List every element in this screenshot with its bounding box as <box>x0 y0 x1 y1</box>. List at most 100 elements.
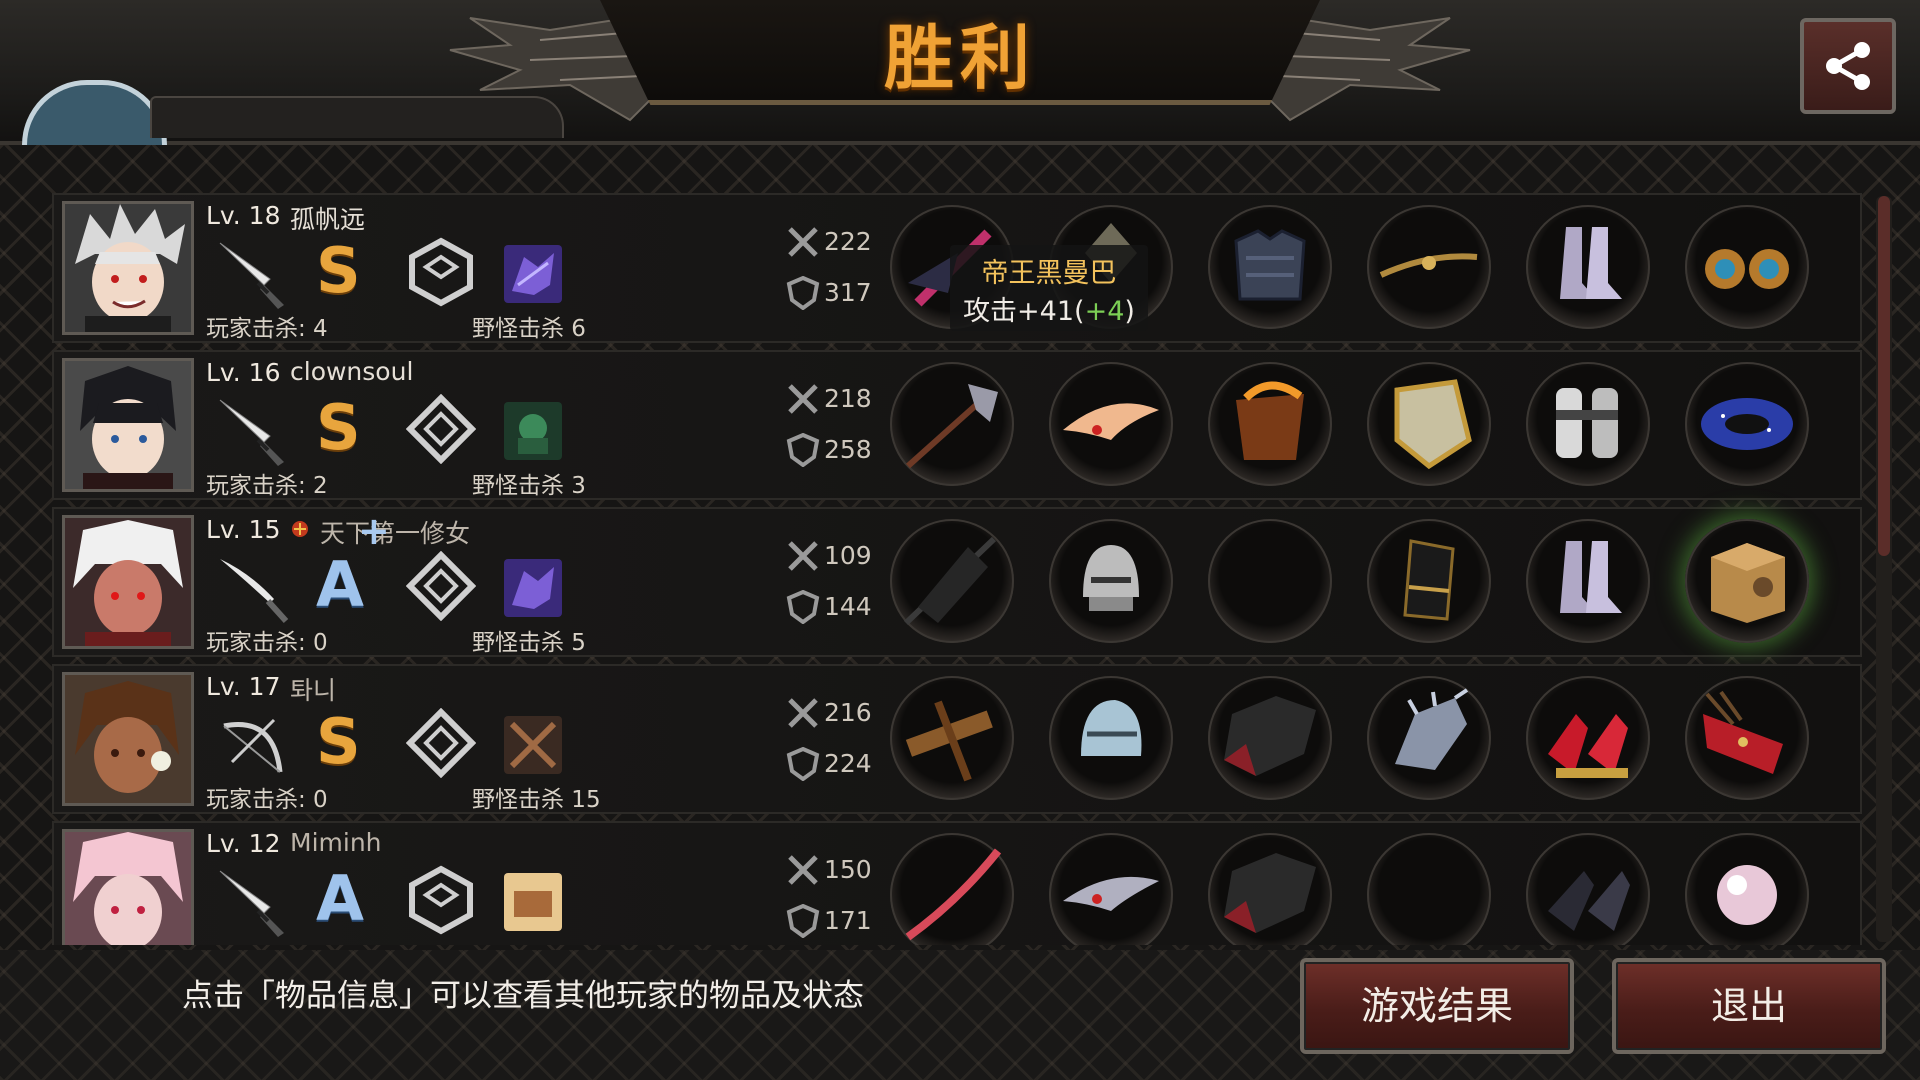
monster-pet-icon <box>504 559 562 617</box>
equip-slot-accessory[interactable] <box>1685 676 1809 800</box>
equip-slot-boots[interactable] <box>1526 362 1650 486</box>
crossed-swords-icon <box>788 855 818 885</box>
crossed-swords-icon <box>788 698 818 728</box>
equip-slot-body[interactable] <box>1208 833 1332 945</box>
player-portrait[interactable] <box>62 672 194 806</box>
shield-icon <box>786 747 820 781</box>
equip-slot-accessory[interactable] <box>1685 205 1809 329</box>
tooltip-stat-close: ) <box>1124 296 1135 327</box>
player-row[interactable]: Lv. 17 톼니 S 玩家击杀: 0 野怪击杀 15 216 224 <box>52 664 1862 814</box>
monster-pet-icon <box>504 245 562 303</box>
crossed-swords-icon <box>788 227 818 257</box>
equip-slot-accessory[interactable] <box>1685 833 1809 945</box>
monster-kills: 野怪击杀 5 <box>472 630 586 656</box>
share-icon <box>1826 42 1870 90</box>
bow-icon <box>223 718 283 773</box>
player-level: Lv. 18 <box>206 201 281 230</box>
shield-icon <box>786 904 820 938</box>
game-result-button[interactable]: 游戏结果 <box>1300 958 1574 1054</box>
dagger-icon <box>219 242 284 309</box>
blade-icon <box>220 559 289 624</box>
player-level: Lv. 16 <box>206 358 281 387</box>
crossed-swords-icon <box>788 541 818 571</box>
monster-pet-icon <box>504 716 562 774</box>
rank-grade: S <box>316 391 361 464</box>
exit-button[interactable]: 退出 <box>1612 958 1886 1054</box>
equip-slot-body[interactable] <box>1208 205 1332 329</box>
equip-slot-belt[interactable] <box>1367 205 1491 329</box>
tooltip-bonus: +4 <box>1084 296 1125 327</box>
defense-value: 144 <box>824 592 872 621</box>
class-emblem-icon <box>406 394 476 464</box>
equip-slot-head[interactable] <box>1049 676 1173 800</box>
defense-value: 171 <box>824 906 872 935</box>
equip-slot-accessory[interactable] <box>1685 362 1809 486</box>
equip-slot-weapon[interactable] <box>890 676 1014 800</box>
monster-kills: 野怪击杀 6 <box>472 316 586 342</box>
equip-slot-belt[interactable] <box>1367 519 1491 643</box>
attack-value: 222 <box>824 227 872 256</box>
equip-slot-body[interactable] <box>1208 362 1332 486</box>
equip-slot-body-empty[interactable] <box>1208 519 1332 643</box>
player-portrait[interactable] <box>62 829 194 945</box>
class-emblem-icon <box>409 865 473 935</box>
item-tooltip: 帝王黑曼巴 攻击+41(+4) <box>950 245 1148 331</box>
attack-value: 216 <box>824 698 872 727</box>
tooltip-item-name: 帝王黑曼巴 <box>981 258 1117 289</box>
equip-slot-boots[interactable] <box>1526 519 1650 643</box>
hint-text: 点击「物品信息」可以查看其他玩家的物品及状态 <box>182 978 864 1014</box>
monster-kills: 野怪击杀 3 <box>472 473 586 499</box>
player-portrait[interactable] <box>62 201 194 335</box>
equip-slot-weapon[interactable] <box>890 519 1014 643</box>
victory-title: 胜利 <box>884 17 1036 99</box>
equip-slot-head[interactable] <box>1049 362 1173 486</box>
class-emblem-icon <box>406 708 476 778</box>
defense-value: 317 <box>824 278 872 307</box>
guild-flag-icon <box>292 521 308 537</box>
equip-slot-head[interactable] <box>1049 833 1173 945</box>
dagger-icon <box>219 870 284 937</box>
equip-slot-belt[interactable] <box>1367 676 1491 800</box>
attack-value: 218 <box>824 384 872 413</box>
monster-kills: 野怪击杀 15 <box>472 787 601 813</box>
scrollbar-thumb[interactable] <box>1878 196 1890 556</box>
equip-slot-weapon[interactable] <box>890 362 1014 486</box>
rank-grade: S <box>316 705 361 778</box>
class-emblem-icon <box>409 237 473 307</box>
equip-slot-head[interactable] <box>1049 519 1173 643</box>
dagger-icon <box>219 399 284 466</box>
attack-value: 109 <box>824 541 872 570</box>
equip-slot-body[interactable] <box>1208 676 1332 800</box>
player-row[interactable]: Lv. 16 clownsoul S 玩家击杀: 2 野怪击杀 3 218 25… <box>52 350 1862 500</box>
rank-grade: A <box>316 862 364 935</box>
equip-slot-boots[interactable] <box>1526 833 1650 945</box>
equip-slot-weapon[interactable] <box>890 833 1014 945</box>
player-portrait[interactable] <box>62 515 194 649</box>
player-row[interactable]: Lv. 15 天下第一修女 A + 玩家击杀: 0 野怪击杀 5 109 144 <box>52 507 1862 657</box>
player-level: Lv. 12 <box>206 829 281 858</box>
monster-pet-icon <box>504 873 562 931</box>
defense-value: 258 <box>824 435 872 464</box>
player-row[interactable]: Lv. 12 Miminh A 150 171 <box>52 821 1862 945</box>
tooltip-stat-text: 攻击+41( <box>963 296 1085 327</box>
player-level: Lv. 15 <box>206 515 281 544</box>
player-name: clownsoul <box>290 357 414 386</box>
share-button[interactable] <box>1800 18 1896 114</box>
rank-plus: + <box>358 509 390 553</box>
player-portrait[interactable] <box>62 358 194 492</box>
equip-slot-belt[interactable] <box>1367 362 1491 486</box>
crossed-swords-icon <box>788 384 818 414</box>
attack-value: 150 <box>824 855 872 884</box>
shield-icon <box>786 433 820 467</box>
player-kills: 玩家击杀: 0 <box>206 630 328 656</box>
equip-slot-belt-empty[interactable] <box>1367 833 1491 945</box>
monster-pet-icon <box>504 402 562 460</box>
equip-slot-boots[interactable] <box>1526 205 1650 329</box>
equip-slot-boots[interactable] <box>1526 676 1650 800</box>
defense-value: 224 <box>824 749 872 778</box>
equip-slot-accessory[interactable] <box>1685 519 1809 643</box>
player-name: Miminh <box>290 828 382 857</box>
player-level: Lv. 17 <box>206 672 281 701</box>
rank-grade: S <box>316 234 361 307</box>
player-kills: 玩家击杀: 2 <box>206 473 328 499</box>
